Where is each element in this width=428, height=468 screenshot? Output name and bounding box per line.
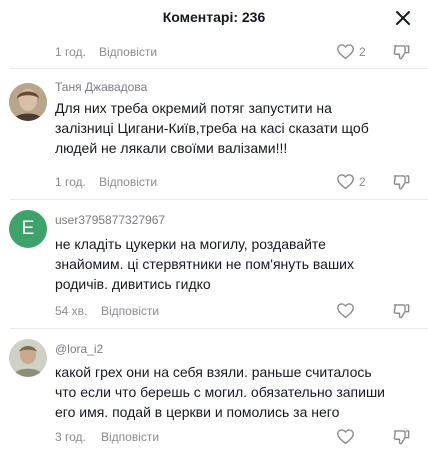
close-icon: [396, 11, 410, 25]
dislike-button[interactable]: [392, 42, 412, 62]
comment-text-line: людей не лякали своїми валізами!!!: [55, 140, 288, 156]
reply-button[interactable]: Відповісти: [99, 45, 157, 59]
comment-text: Для них треба окремий потяг запустити на…: [55, 98, 415, 158]
thumbs-down-icon: [393, 430, 410, 445]
comment-time: 54 хв.: [55, 304, 88, 318]
dislike-button[interactable]: [392, 301, 412, 321]
heart-icon: [337, 303, 354, 319]
thumbs-down-icon: [393, 175, 410, 190]
comment-text: не кладіть цукерки на могилу, роздавайте…: [55, 234, 415, 294]
comment-username[interactable]: @lora_i2: [55, 342, 103, 356]
thumbs-down-icon: [393, 45, 410, 60]
user-photo-icon: [9, 339, 47, 377]
like-button[interactable]: [336, 301, 370, 321]
comment-text-line: Для них треба окремий потяг запустити на: [55, 100, 332, 116]
comments-header: Коментарі: 236: [0, 0, 428, 34]
close-button[interactable]: [392, 7, 414, 29]
comment-username[interactable]: user3795877327967: [55, 213, 165, 227]
comment-actions-row: 54 хв. Відповісти: [55, 302, 415, 320]
comment-text-line: какой грех они на себя взяли. раньше счи…: [55, 364, 372, 380]
reply-button[interactable]: Відповісти: [101, 304, 159, 318]
comment-username[interactable]: Таня Джавадова: [55, 80, 147, 94]
avatar-letter: E: [21, 218, 35, 239]
comment-text-line: что если что берешь с могил. обязательно…: [55, 384, 386, 400]
heart-icon: [337, 44, 354, 60]
avatar[interactable]: [9, 339, 47, 377]
dislike-button[interactable]: [392, 172, 412, 192]
comment-actions-row: 1 год. Відповісти 2: [55, 173, 415, 191]
comments-count-title: Коментарі: 236: [162, 9, 266, 25]
dislike-button[interactable]: [392, 427, 412, 447]
heart-icon: [337, 174, 354, 190]
comment-item: @lora_i2 какой грех они на себя взяли. р…: [0, 329, 428, 468]
comment-text: какой грех они на себя взяли. раньше счи…: [55, 362, 415, 422]
reply-button[interactable]: Відповісти: [99, 175, 157, 189]
comment-time: 3 год.: [55, 430, 86, 444]
comment-text-line: его имя. подай в церкви и помолись за не…: [55, 404, 340, 420]
comment-time: 1 год.: [55, 45, 86, 59]
comment-actions-row: 3 год. Відповісти: [55, 428, 415, 446]
thumbs-down-icon: [393, 304, 410, 319]
avatar[interactable]: E: [9, 210, 47, 248]
comment-text-line: родичів. дивитись гидко: [55, 276, 211, 292]
comment-text-line: знайомим. ці стервятники не пом'януть ва…: [55, 256, 354, 272]
avatar[interactable]: [9, 83, 47, 121]
comment-time: 1 год.: [55, 175, 86, 189]
comment-actions-row: 1 год. Відповісти 2: [55, 43, 415, 61]
like-button[interactable]: [336, 427, 370, 447]
heart-icon: [337, 429, 354, 445]
like-button[interactable]: 2: [336, 42, 370, 62]
like-button[interactable]: 2: [336, 172, 370, 192]
comment-text-line: залізниці Цигани-Київ,треба на касі сказ…: [55, 120, 369, 136]
comment-text-line: не кладіть цукерки на могилу, роздавайте: [55, 236, 326, 252]
user-photo-icon: [9, 83, 47, 121]
like-count: 2: [359, 45, 366, 59]
like-count: 2: [359, 175, 366, 189]
reply-button[interactable]: Відповісти: [101, 430, 159, 444]
